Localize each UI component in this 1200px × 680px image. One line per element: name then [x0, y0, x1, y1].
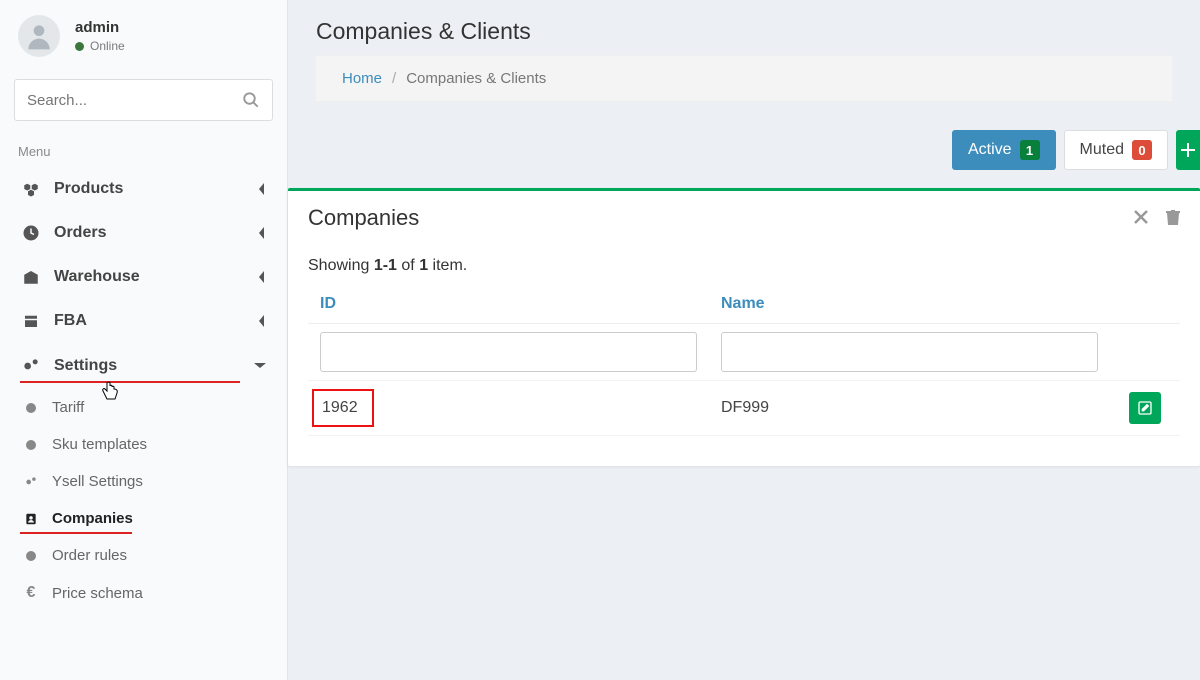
sidebar-item-fba[interactable]: FBA: [0, 299, 287, 343]
subnav-item-label: Ysell Settings: [52, 473, 143, 490]
page-title: Companies & Clients: [316, 18, 1172, 45]
avatar: [18, 15, 60, 57]
subnav-item-label: Companies: [52, 510, 133, 527]
content: Active 1 Muted 0 Companies: [288, 112, 1200, 466]
breadcrumb-home[interactable]: Home: [342, 70, 382, 87]
bullet-icon: [20, 550, 42, 562]
col-header-actions: [1110, 285, 1180, 324]
sidebar-item-products[interactable]: Products: [0, 167, 287, 211]
chevron-left-icon: [257, 314, 267, 328]
col-header-id[interactable]: ID: [308, 285, 709, 324]
filter-row: [308, 324, 1180, 381]
filter-id-input[interactable]: [320, 332, 697, 372]
gears-icon: [20, 475, 42, 489]
page-header: Companies & Clients Home / Companies & C…: [288, 0, 1200, 112]
edit-button[interactable]: [1129, 392, 1161, 424]
chevron-down-icon: [253, 361, 267, 371]
plus-icon: [1180, 142, 1196, 158]
sidebar-item-label: Products: [54, 180, 123, 198]
cubes-icon: [20, 180, 42, 198]
bullet-icon: [20, 439, 42, 451]
chevron-left-icon: [257, 182, 267, 196]
search-wrap: [0, 69, 287, 126]
subnav-item-label: Price schema: [52, 585, 143, 602]
settings-subnav: Tariff Sku templates Ysell Settings Comp…: [0, 389, 287, 612]
sidebar-item-label: Warehouse: [54, 268, 140, 286]
subnav-item-companies[interactable]: Companies: [0, 500, 287, 537]
trash-icon[interactable]: [1166, 210, 1180, 226]
box-icon: [20, 312, 42, 330]
breadcrumb: Home / Companies & Clients: [316, 55, 1172, 102]
nav: Products Orders Warehouse: [0, 167, 287, 389]
filter-toolbar: Active 1 Muted 0: [288, 130, 1200, 188]
active-filter-button[interactable]: Active 1: [952, 130, 1056, 170]
bullet-icon: [20, 402, 42, 414]
sidebar-item-warehouse[interactable]: Warehouse: [0, 255, 287, 299]
gears-icon: [20, 356, 42, 376]
menu-header: Menu: [0, 126, 287, 167]
subnav-item-order-rules[interactable]: Order rules: [0, 537, 287, 574]
sidebar-item-label: Orders: [54, 224, 106, 242]
add-button[interactable]: [1176, 130, 1200, 170]
box-header: Companies: [288, 191, 1200, 245]
subnav-item-tariff[interactable]: Tariff: [0, 389, 287, 426]
address-book-icon: [20, 512, 42, 526]
user-info: admin Online: [75, 19, 125, 53]
companies-box: Companies Showing 1-1 of 1 item.: [288, 188, 1200, 466]
subnav-item-label: Sku templates: [52, 436, 147, 453]
highlight-underline: [20, 532, 132, 534]
chevron-left-icon: [257, 270, 267, 284]
filter-name-input[interactable]: [721, 332, 1098, 372]
sidebar-item-orders[interactable]: Orders: [0, 211, 287, 255]
subnav-item-label: Tariff: [52, 399, 84, 416]
warehouse-icon: [20, 268, 42, 286]
main: Companies & Clients Home / Companies & C…: [288, 0, 1200, 680]
highlight-box: 1962: [312, 389, 374, 427]
status-dot-icon: [75, 42, 84, 51]
euro-icon: €: [20, 584, 42, 602]
subnav-item-ysell-settings[interactable]: Ysell Settings: [0, 463, 287, 500]
sidebar-item-label: Settings: [54, 357, 117, 375]
sidebar-item-label: FBA: [54, 312, 87, 330]
clock-icon: [20, 224, 42, 242]
user-name: admin: [75, 19, 125, 36]
subnav-item-price-schema[interactable]: € Price schema: [0, 574, 287, 612]
cell-id: 1962: [308, 381, 709, 436]
sidebar: admin Online Menu Products: [0, 0, 288, 680]
user-icon: [23, 20, 55, 52]
user-status-label: Online: [90, 39, 125, 53]
subnav-item-sku-templates[interactable]: Sku templates: [0, 426, 287, 463]
breadcrumb-current: Companies & Clients: [406, 70, 546, 87]
highlight-underline: [20, 381, 240, 383]
companies-table: ID Name: [308, 285, 1180, 436]
box-title: Companies: [308, 205, 419, 231]
muted-filter-button[interactable]: Muted 0: [1064, 130, 1168, 170]
button-label: Active: [968, 141, 1012, 159]
table-row: 1962 DF999: [308, 381, 1180, 436]
box-tools: [1134, 210, 1180, 226]
sidebar-item-settings[interactable]: Settings: [0, 343, 287, 389]
active-count-badge: 1: [1020, 140, 1040, 160]
user-status: Online: [75, 39, 125, 53]
button-label: Muted: [1080, 141, 1124, 159]
search-icon[interactable]: [242, 91, 260, 109]
close-icon[interactable]: [1134, 210, 1148, 226]
grid-summary: Showing 1-1 of 1 item.: [308, 257, 1180, 275]
col-header-name[interactable]: Name: [709, 285, 1110, 324]
subnav-item-label: Order rules: [52, 547, 127, 564]
user-panel: admin Online: [0, 10, 287, 69]
muted-count-badge: 0: [1132, 140, 1152, 160]
chevron-left-icon: [257, 226, 267, 240]
search-box[interactable]: [14, 79, 273, 121]
cell-name: DF999: [709, 381, 1110, 436]
box-body: Showing 1-1 of 1 item. ID Name: [288, 245, 1200, 466]
breadcrumb-sep: /: [392, 70, 396, 87]
pencil-square-icon: [1137, 400, 1153, 416]
search-input[interactable]: [27, 92, 242, 109]
